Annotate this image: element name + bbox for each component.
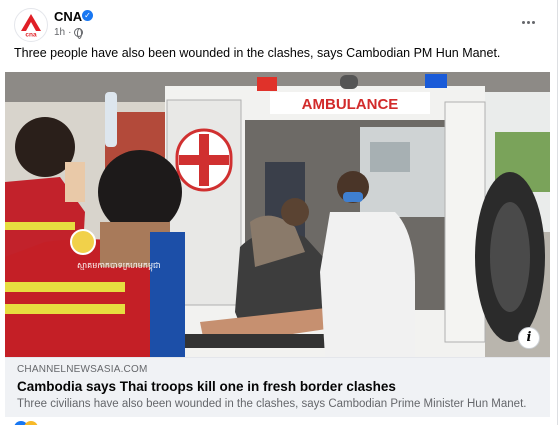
ambulance-photo: AMBULANCE ស្មាគមកាកបាទក្រហមកម្ពុជា	[5, 72, 550, 357]
page-name[interactable]: CNA	[54, 9, 82, 24]
meta-separator: ·	[68, 27, 72, 38]
link-title[interactable]: Cambodia says Thai troops kill one in fr…	[17, 379, 537, 394]
globe-icon[interactable]	[74, 28, 84, 39]
post-meta: 1h ·	[54, 27, 84, 39]
more-options-dot	[526, 20, 530, 24]
link-description: Three civilians have also been wounded i…	[17, 398, 527, 410]
care-reaction-icon	[24, 421, 38, 425]
link-preview[interactable]: CHANNELNEWSASIA.COM Cambodia says Thai t…	[5, 357, 550, 417]
timestamp[interactable]: 1h	[54, 27, 65, 38]
logo-text: cna	[25, 32, 37, 39]
post-caption: Three people have also been wounded in t…	[14, 46, 501, 60]
verified-badge-icon: ✓	[82, 10, 93, 21]
page-avatar[interactable]: cna	[14, 8, 48, 42]
more-options-icon	[521, 20, 525, 24]
more-options-dot	[531, 20, 535, 24]
post-image[interactable]: AMBULANCE ស្មាគមកាកបាទក្រហមកម្ពុជា i	[5, 72, 550, 357]
more-options-button[interactable]	[516, 12, 540, 32]
ambulance-text: AMBULANCE	[302, 96, 399, 113]
info-icon[interactable]: i	[518, 327, 540, 349]
link-domain: CHANNELNEWSASIA.COM	[17, 364, 148, 375]
post-card: cna CNA ✓ 1h · Three people have also be…	[0, 0, 558, 425]
cna-logo-icon: cna	[16, 10, 46, 40]
post-header: cna CNA ✓ 1h ·	[0, 0, 558, 44]
